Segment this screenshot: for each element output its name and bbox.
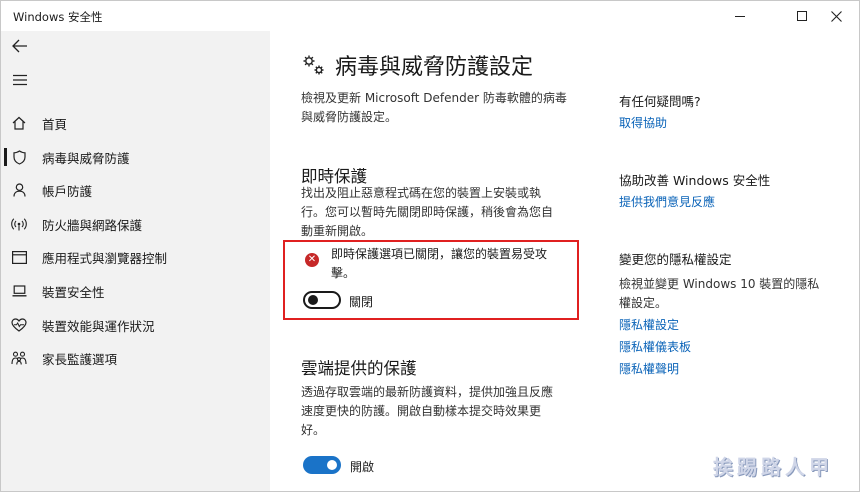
realtime-protection-desc: 找出及阻止惡意程式碼在您的裝置上安裝或執 行。您可以暫時先關閉即時保護，稍後會為… — [301, 184, 553, 241]
intro-line: 檢視及更新 Microsoft Defender 防毒軟體的病毒 — [301, 91, 567, 105]
cloud-toggle-label: 開啟 — [350, 460, 375, 474]
family-icon — [11, 350, 27, 366]
active-indicator — [4, 148, 7, 166]
gears-icon — [303, 55, 324, 75]
sidebar-item-label: 首頁 — [42, 116, 68, 132]
sidebar-item-label: 病毒與威脅防護 — [42, 150, 130, 166]
sidebar-item-home[interactable]: 首頁 — [1, 109, 270, 137]
desc-line: 行。您可以暫時先關閉即時保護，稍後會為您自 — [301, 205, 554, 219]
sidebar-item-label: 應用程式與瀏覽器控制 — [42, 250, 168, 266]
privacy-title: 變更您的隱私權設定 — [619, 252, 732, 267]
main-content: 病毒與威脅防護設定 檢視及更新 Microsoft Defender 防毒軟體的… — [271, 31, 859, 491]
sidebar-item-label: 家長監護選項 — [42, 351, 118, 367]
window-title: Windows 安全性 — [13, 10, 103, 24]
error-icon: ✕ — [305, 253, 319, 267]
heart-icon — [11, 317, 27, 333]
close-button[interactable] — [813, 1, 859, 31]
app-window: Windows 安全性 首頁 病毒與威脅防護 帳戶防護 防火牆與網路保護 應用程… — [0, 0, 860, 492]
laptop-icon — [11, 283, 27, 299]
minimize-button[interactable] — [717, 1, 763, 31]
person-icon — [11, 182, 27, 198]
warning-highlight-box: ✕ 即時保護選項已關閉，讓您的裝置易受攻 擊。 關閉 — [283, 240, 579, 320]
warning-line: 擊。 — [331, 266, 356, 280]
sidebar-item-label: 裝置效能與運作狀況 — [42, 318, 155, 334]
title-bar: Windows 安全性 — [1, 1, 859, 31]
sidebar-item-label: 帳戶防護 — [42, 183, 93, 199]
sidebar: 首頁 病毒與威脅防護 帳戶防護 防火牆與網路保護 應用程式與瀏覽器控制 裝置安全… — [1, 31, 270, 491]
watermark: 挨踢路人甲 — [713, 455, 833, 479]
warning-line: 即時保護選項已關閉，讓您的裝置易受攻 — [331, 247, 548, 261]
wireless-icon — [11, 216, 27, 232]
toggle-knob — [327, 460, 337, 470]
back-arrow-icon — [12, 39, 27, 53]
sidebar-item-family[interactable]: 家長監護選項 — [1, 344, 270, 372]
privacy-desc-line: 檢視並變更 Windows 10 裝置的隱私 — [619, 277, 820, 291]
home-icon — [11, 115, 27, 131]
hamburger-icon — [13, 74, 27, 86]
shield-icon — [11, 149, 27, 165]
sidebar-item-virus-protection[interactable]: 病毒與威脅防護 — [1, 143, 270, 171]
maximize-icon — [797, 11, 807, 21]
intro-text: 檢視及更新 Microsoft Defender 防毒軟體的病毒 與威脅防護設定… — [301, 89, 567, 127]
improve-title: 協助改善 Windows 安全性 — [619, 173, 771, 188]
sidebar-item-label: 防火牆與網路保護 — [42, 217, 143, 233]
minimize-icon — [735, 15, 745, 17]
sidebar-item-device-security[interactable]: 裝置安全性 — [1, 277, 270, 305]
sidebar-item-label: 裝置安全性 — [42, 284, 105, 300]
sidebar-item-firewall[interactable]: 防火牆與網路保護 — [1, 210, 270, 238]
privacy-dashboard-link[interactable]: 隱私權儀表板 — [619, 338, 691, 355]
cloud-protection-desc: 透過存取雲端的最新防護資料，提供加強且反應 速度更快的防護。開啟自動樣本提交時效… — [301, 383, 553, 440]
close-icon — [830, 10, 842, 22]
privacy-desc-line: 權設定。 — [619, 296, 668, 310]
desc-line: 動重新開啟。 — [301, 224, 374, 238]
privacy-desc: 檢視並變更 Windows 10 裝置的隱私 權設定。 — [619, 275, 819, 313]
sidebar-item-device-performance[interactable]: 裝置效能與運作狀況 — [1, 311, 270, 339]
help-title: 有任何疑問嗎? — [619, 94, 701, 109]
privacy-statement-link[interactable]: 隱私權聲明 — [619, 360, 679, 377]
realtime-toggle-label: 關閉 — [349, 295, 374, 309]
desc-line: 找出及阻止惡意程式碼在您的裝置上安裝或執 — [301, 186, 542, 200]
toggle-knob — [308, 295, 318, 305]
hamburger-menu-button[interactable] — [11, 73, 29, 87]
page-title: 病毒與威脅防護設定 — [301, 49, 533, 81]
privacy-settings-link[interactable]: 隱私權設定 — [619, 316, 679, 333]
page-title-text: 病毒與威脅防護設定 — [335, 55, 534, 80]
desc-line: 透過存取雲端的最新防護資料，提供加強且反應 — [301, 385, 554, 399]
get-help-link[interactable]: 取得協助 — [619, 114, 667, 131]
realtime-protection-toggle[interactable] — [303, 291, 341, 309]
intro-line: 與威脅防護設定。 — [301, 110, 398, 124]
sidebar-item-account[interactable]: 帳戶防護 — [1, 176, 270, 204]
desc-line: 好。 — [301, 423, 326, 437]
back-button[interactable] — [11, 37, 29, 55]
sidebar-item-app-browser[interactable]: 應用程式與瀏覽器控制 — [1, 243, 270, 271]
warning-message: 即時保護選項已關閉，讓您的裝置易受攻 擊。 — [331, 245, 571, 283]
cloud-protection-toggle[interactable] — [303, 456, 341, 474]
feedback-link[interactable]: 提供我們意見反應 — [619, 193, 715, 210]
desc-line: 速度更快的防護。開啟自動樣本提交時效果更 — [301, 404, 542, 418]
app-window-icon — [11, 249, 27, 265]
cloud-protection-title: 雲端提供的保護 — [301, 359, 417, 378]
